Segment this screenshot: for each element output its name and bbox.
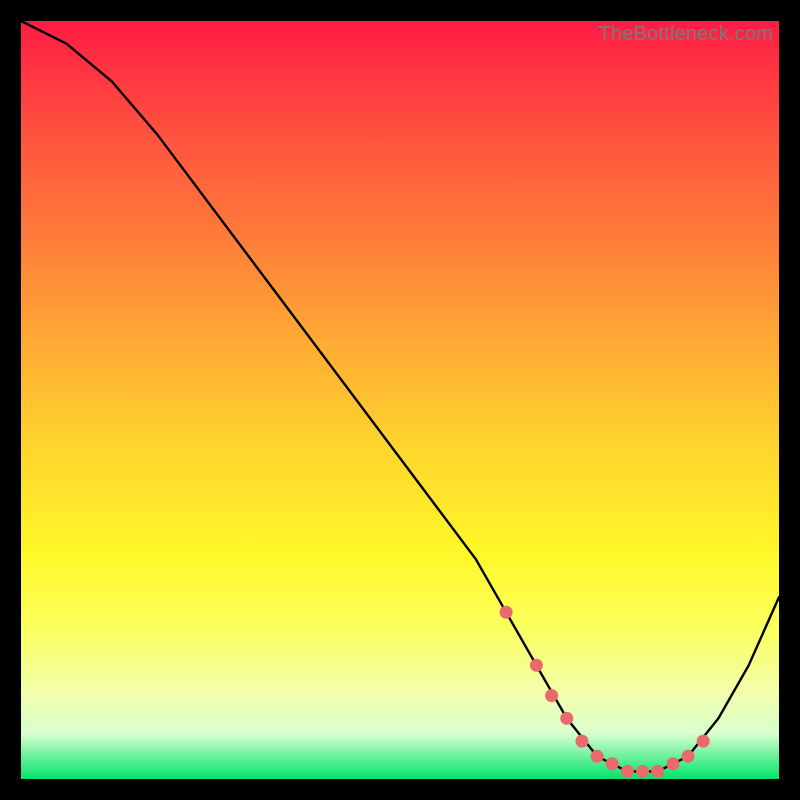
valley-marker (591, 750, 604, 763)
chart-svg (21, 21, 779, 779)
valley-marker (530, 659, 543, 672)
valley-marker (545, 689, 558, 702)
valley-marker (666, 757, 679, 770)
valley-marker (697, 735, 710, 748)
chart-plot-area: TheBottleneck.com (21, 21, 779, 779)
valley-marker (560, 712, 573, 725)
valley-marker (606, 757, 619, 770)
valley-marker (682, 750, 695, 763)
valley-markers (500, 606, 710, 778)
valley-marker (621, 765, 634, 778)
bottleneck-curve (21, 21, 779, 771)
valley-marker (651, 765, 664, 778)
valley-marker (636, 765, 649, 778)
valley-marker (500, 606, 513, 619)
valley-marker (575, 735, 588, 748)
chart-frame: TheBottleneck.com (0, 0, 800, 800)
